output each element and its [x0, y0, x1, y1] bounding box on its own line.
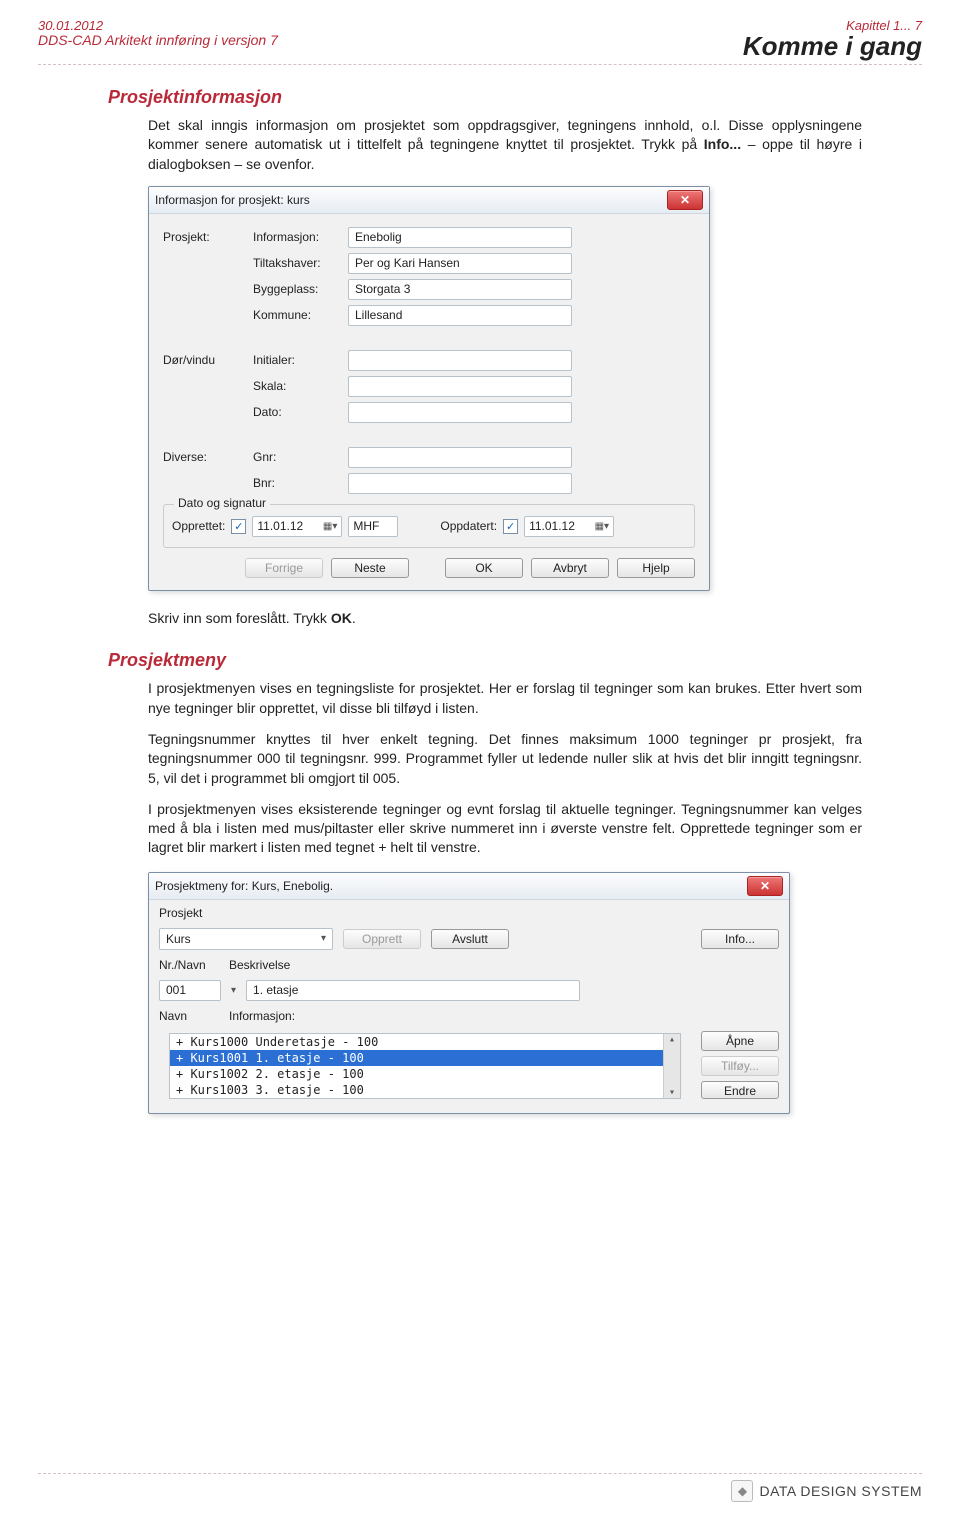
header-divider	[38, 64, 922, 65]
mid-text: Skriv inn som foreslått. Trykk OK.	[148, 609, 862, 628]
label-bnr: Bnr:	[253, 476, 348, 490]
info-button[interactable]: Info...	[701, 929, 779, 949]
project-menu-dialog: Prosjektmeny for: Kurs, Enebolig. ✕ Pros…	[148, 872, 790, 1114]
section2-p3: I prosjektmenyen vises eksisterende tegn…	[148, 800, 862, 858]
scroll-up-icon[interactable]: ▴	[669, 1034, 675, 1045]
label-dato: Dato:	[253, 405, 348, 419]
input-dato[interactable]	[348, 402, 572, 423]
ok-button[interactable]: OK	[445, 558, 523, 578]
list-item[interactable]: + Kurs1002 2. etasje - 100	[170, 1066, 663, 1082]
apne-button[interactable]: Åpne	[701, 1031, 779, 1051]
combo-prosjekt[interactable]: Kurs▾	[159, 928, 333, 950]
date-oppdatert[interactable]: 11.01.12▦▾	[524, 516, 614, 537]
list-item[interactable]: + Kurs1001 1. etasje - 100	[170, 1050, 663, 1066]
section2-p2: Tegningsnummer knyttes til hver enkelt t…	[148, 730, 862, 788]
date-signature-legend: Dato og signatur	[174, 496, 270, 510]
date-signature-group: Dato og signatur Opprettet: ✓ 11.01.12▦▾…	[163, 504, 695, 548]
avbryt-button[interactable]: Avbryt	[531, 558, 609, 578]
endre-button[interactable]: Endre	[701, 1081, 779, 1099]
label-diverse: Diverse:	[163, 450, 253, 464]
date-opprettet[interactable]: 11.01.12▦▾	[252, 516, 342, 537]
close-icon[interactable]: ✕	[667, 190, 703, 210]
checkbox-oppdatert[interactable]: ✓	[503, 519, 518, 534]
input-tiltakshaver[interactable]: Per og Kari Hansen	[348, 253, 572, 274]
input-informasjon[interactable]: Enebolig	[348, 227, 572, 248]
label-kommune: Kommune:	[253, 308, 348, 322]
logo-icon: ◆	[731, 1480, 753, 1502]
avslutt-button[interactable]: Avslutt	[431, 929, 509, 949]
pm-title: Prosjektmeny for: Kurs, Enebolig.	[155, 879, 333, 893]
label-informasjon: Informasjon:	[229, 1009, 295, 1023]
header-date: 30.01.2012	[38, 18, 278, 33]
project-info-dialog: Informasjon for prosjekt: kurs ✕ Prosjek…	[148, 186, 710, 591]
section2-p1: I prosjektmenyen vises en tegningsliste …	[148, 679, 862, 718]
opprett-button[interactable]: Opprett	[343, 929, 421, 949]
header-product: DDS-CAD Arkitekt innføring i versjon 7	[38, 33, 278, 47]
input-initialer[interactable]	[348, 350, 572, 371]
hjelp-button[interactable]: Hjelp	[617, 558, 695, 578]
footer: ◆ DATA DESIGN SYSTEM	[731, 1480, 922, 1502]
input-mhf[interactable]: MHF	[348, 516, 398, 537]
label-beskrivelse: Beskrivelse	[229, 958, 290, 972]
scrollbar[interactable]: ▴▾	[663, 1034, 680, 1098]
list-item[interactable]: + Kurs1000 Underetasje - 100	[170, 1034, 663, 1050]
calendar-icon[interactable]: ▦▾	[323, 517, 337, 536]
label-dorvindu: Dør/vindu	[163, 353, 253, 367]
input-nr[interactable]: 001	[159, 980, 221, 1001]
input-byggeplass[interactable]: Storgata 3	[348, 279, 572, 300]
footer-brand: DATA DESIGN SYSTEM	[759, 1483, 922, 1499]
chevron-down-icon[interactable]: ▾	[321, 929, 326, 949]
label-initialer: Initialer:	[253, 353, 348, 367]
tilfoy-button[interactable]: Tilføy...	[701, 1056, 779, 1076]
input-bnr[interactable]	[348, 473, 572, 494]
label-navn: Navn	[159, 1009, 219, 1023]
checkbox-opprettet[interactable]: ✓	[231, 519, 246, 534]
label-prosjekt: Prosjekt:	[163, 230, 253, 244]
forrige-button[interactable]: Forrige	[245, 558, 323, 578]
input-beskrivelse[interactable]: 1. etasje	[246, 980, 580, 1001]
dialog-title: Informasjon for prosjekt: kurs	[155, 193, 310, 207]
section1-title: Prosjektinformasjon	[108, 87, 922, 108]
drawing-list[interactable]: + Kurs1000 Underetasje - 100 + Kurs1001 …	[169, 1033, 681, 1099]
label-oppdatert: Oppdatert:	[440, 519, 497, 533]
label-informasjon: Informasjon:	[253, 230, 348, 244]
calendar-icon[interactable]: ▦▾	[595, 517, 609, 536]
label-prosjekt: Prosjekt	[159, 906, 211, 920]
section1-paragraph: Det skal inngis informasjon om prosjekte…	[148, 116, 862, 174]
neste-button[interactable]: Neste	[331, 558, 409, 578]
footer-divider	[38, 1473, 922, 1474]
label-nrnavn: Nr./Navn	[159, 958, 219, 972]
scroll-down-icon[interactable]: ▾	[669, 1087, 675, 1098]
label-opprettet: Opprettet:	[172, 519, 225, 533]
section2-title: Prosjektmeny	[108, 650, 922, 671]
input-gnr[interactable]	[348, 447, 572, 468]
header-title: Komme i gang	[743, 31, 922, 62]
label-gnr: Gnr:	[253, 450, 348, 464]
label-skala: Skala:	[253, 379, 348, 393]
label-tiltakshaver: Tiltakshaver:	[253, 256, 348, 270]
input-kommune[interactable]: Lillesand	[348, 305, 572, 326]
list-item[interactable]: + Kurs1003 3. etasje - 100	[170, 1082, 663, 1098]
input-skala[interactable]	[348, 376, 572, 397]
close-icon[interactable]: ✕	[747, 876, 783, 896]
chevron-down-icon[interactable]: ▾	[231, 985, 236, 996]
label-byggeplass: Byggeplass:	[253, 282, 348, 296]
